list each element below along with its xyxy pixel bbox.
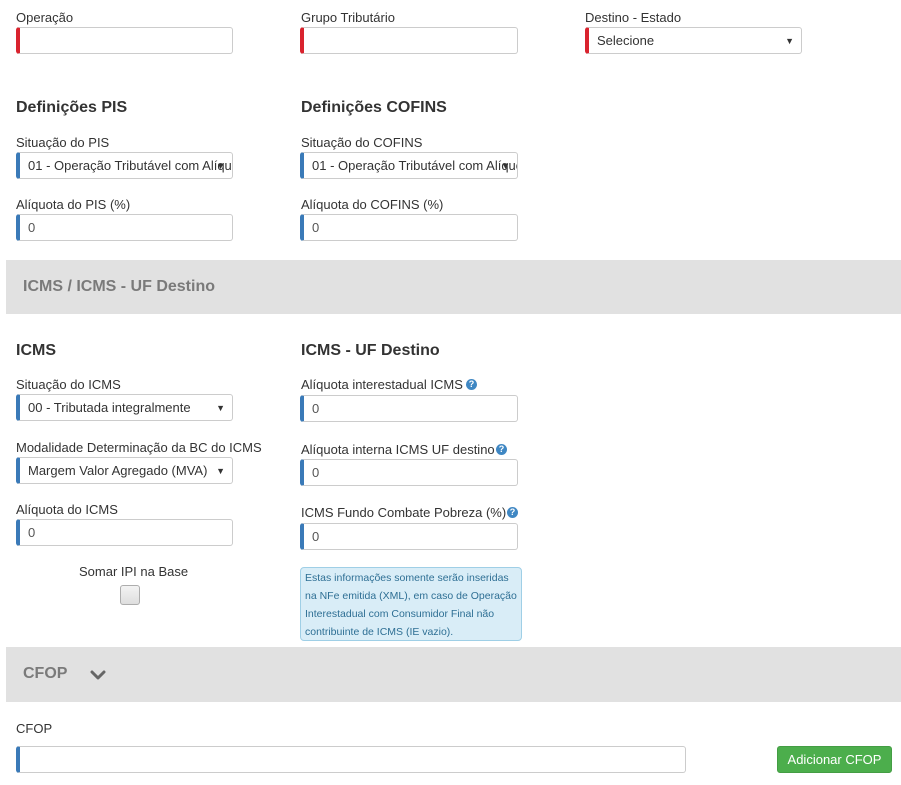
icms-fcp-input[interactable] bbox=[300, 523, 518, 550]
situacao-cofins-label: Situação do COFINS bbox=[301, 135, 423, 150]
icms-section-header: ICMS / ICMS - UF Destino bbox=[6, 260, 901, 314]
situacao-icms-select[interactable]: 00 - Tributada integralmente ▼ bbox=[16, 394, 233, 421]
aliquota-pis-label: Alíquota do PIS (%) bbox=[16, 197, 131, 212]
aliquota-pis-input[interactable] bbox=[16, 214, 233, 241]
icms-fcp-label: ICMS Fundo Combate Pobreza (%) bbox=[301, 505, 507, 520]
icms-section-title: ICMS / ICMS - UF Destino bbox=[23, 278, 215, 295]
caret-down-icon: ▼ bbox=[216, 466, 225, 476]
cfop-section-header[interactable]: CFOP bbox=[6, 647, 901, 702]
modalidade-bc-label: Modalidade Determinação da BC do ICMS bbox=[16, 440, 262, 455]
destino-estado-select[interactable]: Selecione ▼ bbox=[585, 27, 802, 54]
cofins-heading: Definições COFINS bbox=[301, 99, 447, 116]
caret-down-icon: ▼ bbox=[216, 403, 225, 413]
aliquota-icms-label: Alíquota do ICMS bbox=[16, 502, 118, 517]
aliquota-interna-label: Alíquota interna ICMS UF destino bbox=[301, 442, 495, 457]
situacao-icms-label: Situação do ICMS bbox=[16, 377, 121, 392]
aliquota-interna-input[interactable] bbox=[300, 459, 518, 486]
info-note: Estas informações somente serão inserida… bbox=[300, 567, 522, 641]
aliquota-icms-input[interactable] bbox=[16, 519, 233, 546]
aliquota-cofins-input[interactable] bbox=[300, 214, 518, 241]
aliquota-cofins-label: Alíquota do COFINS (%) bbox=[301, 197, 444, 212]
help-icon[interactable]: ? bbox=[466, 379, 477, 390]
aliquota-interestadual-input[interactable] bbox=[300, 395, 518, 422]
situacao-cofins-value: 01 - Operação Tributável com Alíquota Bá… bbox=[312, 158, 517, 173]
caret-down-icon: ▼ bbox=[785, 36, 794, 46]
cfop-section-title: CFOP bbox=[23, 665, 68, 682]
modalidade-bc-value: Margem Valor Agregado (MVA) bbox=[28, 463, 208, 478]
operacao-input[interactable] bbox=[16, 27, 233, 54]
grupo-tributario-label: Grupo Tributário bbox=[301, 10, 395, 25]
chevron-down-icon[interactable] bbox=[90, 669, 106, 681]
aliquota-interestadual-label: Alíquota interestadual ICMS bbox=[301, 377, 463, 392]
situacao-pis-select[interactable]: 01 - Operação Tributável com Alíquota Bá… bbox=[16, 152, 233, 179]
situacao-icms-value: 00 - Tributada integralmente bbox=[28, 400, 191, 415]
adicionar-cfop-button[interactable]: Adicionar CFOP bbox=[777, 746, 892, 773]
situacao-pis-value: 01 - Operação Tributável com Alíquota Bá… bbox=[28, 158, 232, 173]
grupo-tributario-input[interactable] bbox=[300, 27, 518, 54]
situacao-pis-label: Situação do PIS bbox=[16, 135, 110, 150]
destino-estado-value: Selecione bbox=[597, 33, 655, 48]
help-icon[interactable]: ? bbox=[507, 507, 518, 518]
modalidade-bc-select[interactable]: Margem Valor Agregado (MVA) ▼ bbox=[16, 457, 233, 484]
somar-ipi-label: Somar IPI na Base bbox=[79, 564, 189, 579]
cfop-label: CFOP bbox=[16, 721, 53, 736]
icms-uf-destino-heading: ICMS - UF Destino bbox=[301, 342, 440, 359]
somar-ipi-checkbox[interactable] bbox=[120, 585, 140, 605]
situacao-cofins-select[interactable]: 01 - Operação Tributável com Alíquota Bá… bbox=[300, 152, 518, 179]
cfop-input[interactable] bbox=[16, 746, 686, 773]
help-icon[interactable]: ? bbox=[496, 444, 507, 455]
caret-down-icon: ▼ bbox=[216, 161, 225, 171]
pis-heading: Definições PIS bbox=[16, 99, 128, 116]
destino-estado-label: Destino - Estado bbox=[585, 10, 682, 25]
caret-down-icon: ▼ bbox=[501, 161, 510, 171]
icms-heading: ICMS bbox=[16, 342, 56, 359]
operacao-label: Operação bbox=[16, 10, 74, 25]
